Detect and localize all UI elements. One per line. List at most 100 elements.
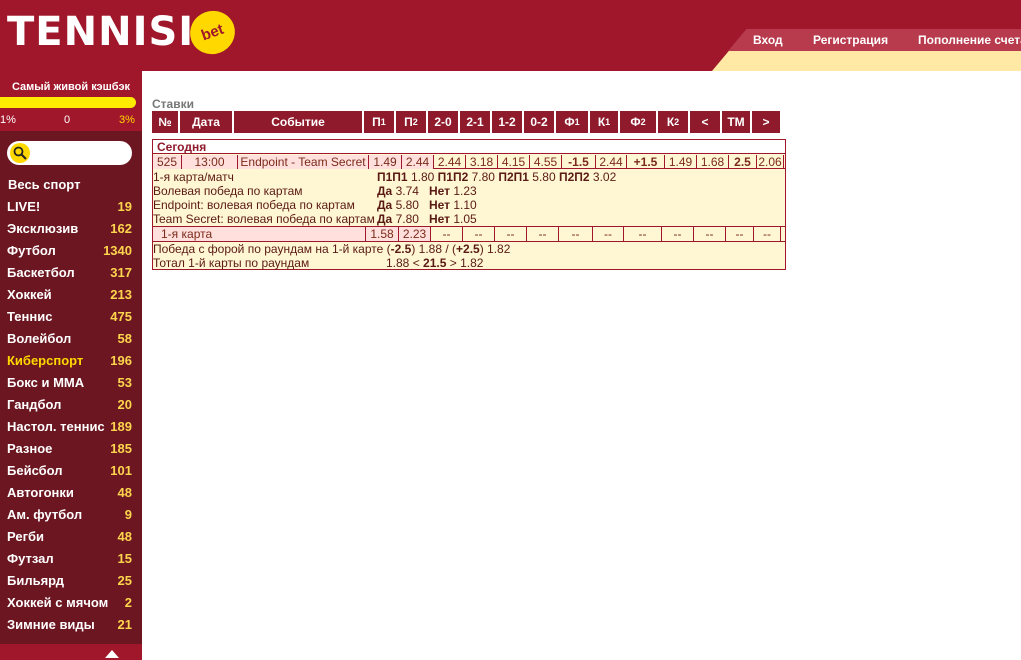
column-header[interactable]: 2-1 [460,111,492,133]
column-header[interactable]: ТМ [722,111,752,133]
sidebar-sport-item[interactable]: Бильярд 25 [0,569,142,591]
sidebar-sport-item[interactable]: Гандбол 20 [0,393,142,415]
sidebar-sport-item[interactable]: Настол. теннис 189 [0,415,142,437]
column-header[interactable]: > [752,111,782,133]
odds-cell[interactable]: 2.44 [434,155,466,169]
sport-count: 9 [124,507,132,522]
odds-cell[interactable]: 1.68 [697,155,729,169]
column-header[interactable]: П2 [396,111,428,133]
sidebar-sport-item[interactable]: Ам. футбол 9 [0,503,142,525]
cashback-current: 0 [64,114,71,126]
sidebar-sport-item[interactable]: Бокс и ММА 53 [0,371,142,393]
sport-name: Регби [7,529,45,544]
bet-line-secret-comeback-odds[interactable]: Да 7.80 Нет 1.05 [377,212,477,226]
sidebar-sport-item[interactable]: Регби 48 [0,525,142,547]
odds-cell[interactable]: 2.44 [402,155,434,169]
sidebar-sport-item[interactable]: Волейбол 58 [0,327,142,349]
column-header[interactable]: П1 [364,111,396,133]
odds-cell[interactable]: -1.5 [562,155,596,169]
bet-line-secret-comeback: Team Secret: волевая победа по картам [153,212,375,226]
logo[interactable]: TENNISI [7,8,194,56]
odds-cell[interactable]: -- [495,227,527,241]
odds-header-row: № Дата Событие П 1 П 2 2-0 2-1 1-2 0-2 Ф 1 К 1 Ф 2 К 2 < ТМ > [152,111,782,133]
sport-name: Бейсбол [7,463,63,478]
scroll-up-bar[interactable] [0,644,142,660]
sidebar-sport-item[interactable]: Эксклюзив 162 [0,217,142,239]
deposit-link[interactable]: Пополнение счета [918,33,1021,47]
sport-count: 19 [117,199,132,214]
odds-cell[interactable]: 2.23 [399,227,431,241]
column-header[interactable]: К1 [590,111,620,133]
odds-cell[interactable]: -- [559,227,593,241]
bet-line-comeback: Волевая победа по картам [153,184,303,198]
sidebar-sport-item[interactable]: LIVE! 19 [0,195,142,217]
column-header[interactable]: № [152,111,180,133]
sport-count: 185 [110,441,132,456]
odds-cell[interactable]: -- [593,227,624,241]
odds-cell[interactable]: 4.55 [530,155,562,169]
column-header[interactable]: Дата [180,111,234,133]
column-header[interactable]: 1-2 [492,111,524,133]
first-map-row[interactable]: 1-я карта 1.58 2.23 -- -- -- -- -- -- -- -- -- -- -- [153,226,785,242]
cashback-max: 3% [119,114,135,126]
sidebar-sport-item[interactable]: Зимние виды 21 [0,613,142,635]
column-header[interactable]: 0-2 [524,111,556,133]
sidebar-sport-item[interactable]: Киберспорт 196 [0,349,142,371]
odds-cell[interactable]: 2.5 [729,155,757,169]
sidebar-sport-item[interactable]: Бейсбол 101 [0,459,142,481]
sidebar-sport-item[interactable]: Автогонки 48 [0,481,142,503]
sidebar-sport-item[interactable]: Баскетбол 317 [0,261,142,283]
bet-line-comeback-odds[interactable]: Да 3.74 Нет 1.23 [377,184,477,198]
event-info-cell: Endpoint - Team Secret [238,155,369,169]
sidebar-sport-item[interactable]: Хоккей с мячом 2 [0,591,142,613]
sport-count: 475 [110,309,132,324]
sport-count: 20 [117,397,132,412]
search-icon[interactable] [10,143,30,163]
odds-cell[interactable]: 1.49 [665,155,697,169]
column-header[interactable]: < [690,111,722,133]
column-header[interactable]: Событие [234,111,364,133]
column-header[interactable]: 2-0 [428,111,460,133]
sport-name: Футбол [7,243,56,258]
odds-cell[interactable]: -- [726,227,754,241]
sidebar-sport-item[interactable]: Хоккей 213 [0,283,142,305]
odds-cell[interactable]: 2.06 [757,155,784,169]
bet-line-total: Тотал 1-й карты по раундам [153,256,310,270]
odds-cell[interactable]: -- [662,227,694,241]
odds-cell[interactable]: 1.58 [366,227,399,241]
sport-count: 53 [117,375,132,390]
odds-cell[interactable]: -- [463,227,495,241]
column-header[interactable]: Ф1 [556,111,590,133]
odds-cell[interactable]: -- [624,227,662,241]
cashback-promo-title: Самый живой кэшбэк [11,81,131,93]
bet-line-total-odds[interactable]: 1.88 < 21.5 > 1.82 [386,256,483,270]
search-input[interactable] [7,141,132,165]
odds-cell[interactable]: -- [754,227,781,241]
odds-cell[interactable]: 2.44 [596,155,627,169]
cashback-promo[interactable]: Самый живой кэшбэк 1% 0 3% [0,71,142,131]
odds-cell[interactable]: 4.15 [498,155,530,169]
bet-line-first-map-match-odds[interactable]: П1П1 1.80 П1П2 7.80 П2П1 5.80 П2П2 3.02 [377,170,616,184]
sport-count: 213 [110,287,132,302]
column-header[interactable]: Ф2 [620,111,658,133]
odds-cell[interactable]: 1.49 [369,155,402,169]
odds-panel: Сегодня 525 13:00 Endpoint - Team Secret 1.… [152,139,786,270]
odds-cell[interactable]: +1.5 [627,155,665,169]
sidebar-sport-item[interactable]: Теннис 475 [0,305,142,327]
sidebar-sport-item[interactable]: Футбол 1340 [0,239,142,261]
odds-cell[interactable]: -- [527,227,559,241]
odds-cell[interactable]: -- [694,227,726,241]
odds-cell[interactable]: 3.18 [466,155,498,169]
login-link[interactable]: Вход [753,33,783,47]
odds-cell[interactable]: -- [431,227,463,241]
arrow-up-icon[interactable] [105,650,119,658]
bet-line-handicap[interactable]: Победа с форой по раундам на 1-й карте (… [153,242,510,256]
sidebar-sport-item[interactable]: Футзал 15 [0,547,142,569]
column-header[interactable]: К2 [658,111,690,133]
sport-name: Теннис [7,309,53,324]
event-row[interactable]: 525 13:00 Endpoint - Team Secret 1.49 2.44 2.… [153,155,785,169]
bet-line-endpoint-comeback-odds[interactable]: Да 5.80 Нет 1.10 [377,198,477,212]
all-sport-link[interactable]: Весь спорт [8,177,80,192]
register-link[interactable]: Регистрация [813,33,888,47]
sidebar-sport-item[interactable]: Разное 185 [0,437,142,459]
